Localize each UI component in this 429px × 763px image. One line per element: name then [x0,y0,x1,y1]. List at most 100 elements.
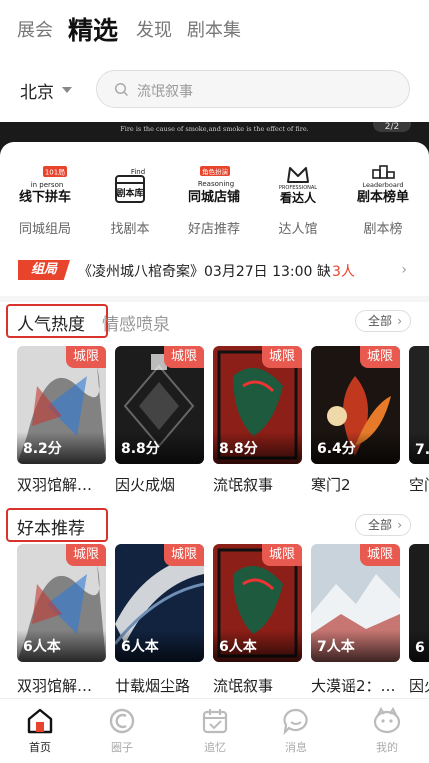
search-icon [114,82,129,97]
quick-nav-shop-main: 同城店铺 [188,189,240,205]
all-button-good[interactable]: 全部 › [355,514,411,536]
quick-nav-find-main: 剧本库 [116,187,143,199]
chevron-down-icon[interactable] [62,87,72,93]
cover-hot-1[interactable]: 城限 8.8分 [115,346,204,464]
tab-memories[interactable]: 追忆 [185,707,245,755]
quick-nav-leaderboard-main: 剧本榜单 [357,189,409,205]
cover-good-4[interactable]: 6 [409,544,429,662]
cover-good-2[interactable]: 城限 6人本 [213,544,302,662]
tab-script-collection[interactable]: 剧本集 [187,16,241,42]
divider [0,296,429,302]
cover-good-1[interactable]: 城限 6人本 [115,544,204,662]
quick-nav-leaderboard-sub: Leaderboard [362,181,403,189]
tab-memories-label: 追忆 [204,741,226,754]
quick-nav-shop-top: 角色扮演 [202,167,229,176]
leaderboard-icon: Leaderboard 剧本榜单 [357,165,409,205]
tab-discover[interactable]: 发现 [136,16,172,42]
script-name[interactable]: 双羽馆解… [17,675,113,696]
all-button-hot[interactable]: 全部 › [355,310,411,332]
group-announcement[interactable]: 组局 《凌州城八棺奇案》03月27日 13:00 缺 3人 › [0,252,429,288]
tab-exhibition[interactable]: 展会 [17,16,53,42]
player-count-label: 6人本 [219,639,257,655]
circle-icon [109,708,135,734]
banner-counter: 2/2 [373,122,411,132]
city-limit-badge: 城限 [164,544,204,566]
tab-home[interactable]: 首页 [10,707,70,755]
chevron-right-icon: › [397,314,402,328]
quick-nav-leaderboard[interactable]: Leaderboard 剧本榜单 剧本榜 [348,164,418,237]
script-name[interactable]: 因火 [409,675,429,696]
script-name[interactable]: 廿载烟尘路 [115,675,211,696]
home-icon [27,708,53,734]
player-count-label: 6人本 [121,639,159,655]
city-limit-badge: 城限 [164,346,204,368]
search-input[interactable]: 流氓叙事 [96,70,410,108]
cover-hot-0[interactable]: 城限 8.2分 [17,346,106,464]
tab-circle-label: 圈子 [111,741,133,754]
quick-nav-shop-label: 好店推荐 [187,222,240,237]
section-title-hot[interactable]: 人气热度 [17,310,85,335]
script-name[interactable]: 双羽馆解… [17,474,113,495]
script-name[interactable]: 大漠谣2：… [311,675,407,696]
city-limit-badge: 城限 [66,544,106,566]
tab-messages-label: 消息 [285,741,307,754]
calendar-icon [202,709,228,734]
announcement-text: 《凌州城八棺奇案》03月27日 13:00 缺 [78,264,331,280]
player-count-label: 6人本 [23,639,61,655]
banner-text: Fire is the cause of smoke,and smoke is … [120,125,309,133]
chevron-right-icon: › [401,262,407,278]
chevron-right-icon: › [397,518,402,532]
city-limit-badge: 城限 [360,544,400,566]
cover-hot-2[interactable]: 城限 8.8分 [213,346,302,464]
quick-nav-find-script[interactable]: Find 剧本库 找剧本 [95,164,165,237]
cover-good-0[interactable]: 城限 6人本 [17,544,106,662]
quick-nav-shop[interactable]: 角色扮演 Reasoning 同城店铺 好店推荐 [179,164,249,237]
quick-nav-find-label: 找剧本 [110,222,150,237]
group-tag: 组局 [18,260,70,280]
bottom-tab-bar: 首页 圈子 追忆 消息 我的 [0,698,429,763]
search-placeholder: 流氓叙事 [137,84,193,100]
tab-profile[interactable]: 我的 [357,707,417,755]
city-selector[interactable]: 北京 [20,78,54,103]
score-label: 8.8分 [219,441,258,457]
crown-icon: PROFESSIONAL 看达人 [279,167,317,205]
player-count-label: 7人本 [317,639,355,655]
city-limit-badge: 城限 [66,346,106,368]
section-title-emotion[interactable]: 情感喷泉 [102,310,170,335]
script-name[interactable]: 寒门2 [311,474,407,495]
shop-icon: 角色扮演 Reasoning 同城店铺 [188,166,240,205]
quick-nav-leaderboard-label: 剧本榜 [363,222,403,237]
quick-nav-expert[interactable]: PROFESSIONAL 看达人 达人馆 [263,164,333,237]
city-limit-badge: 城限 [262,346,302,368]
player-count-label: 6 [415,640,425,656]
script-name[interactable]: 流氓叙事 [213,474,309,495]
quick-nav-shop-sub: Reasoning [198,180,234,188]
quick-nav-find-top: Find [131,168,145,176]
all-button-hot-label: 全部 [368,314,393,328]
search-row: 北京 流氓叙事 [0,62,429,122]
cover-hot-3[interactable]: 城限 6.4分 [311,346,400,464]
profile-icon [373,707,401,734]
section-title-good[interactable]: 好本推荐 [17,514,85,539]
cover-hot-4[interactable]: 7. [409,346,429,464]
score-label: 8.2分 [23,441,62,457]
script-name[interactable]: 流氓叙事 [213,675,309,696]
top-nav: 展会 精选 发现 剧本集 [0,0,429,62]
tab-featured[interactable]: 精选 [68,11,118,47]
cover-good-3[interactable]: 城限 7人本 [311,544,400,662]
quick-nav-group[interactable]: 101局 in person 线下拼车 同城组局 [10,164,80,237]
group-icon: 101局 in person 线下拼车 [19,166,71,205]
quick-nav-group-main: 线下拼车 [19,189,71,205]
score-label: 7. [415,442,429,458]
score-label: 6.4分 [317,441,356,457]
score-label: 8.8分 [121,441,160,457]
script-name[interactable]: 因火成烟 [115,474,211,495]
quick-nav-expert-label: 达人馆 [278,222,318,237]
tab-messages[interactable]: 消息 [266,707,326,755]
city-limit-badge: 城限 [262,544,302,566]
script-name[interactable]: 空门 [409,474,429,495]
quick-nav-group-label: 同城组局 [18,222,71,237]
tab-circle[interactable]: 圈子 [92,707,152,755]
tab-home-label: 首页 [29,741,51,754]
announcement-count: 3人 [332,264,355,280]
